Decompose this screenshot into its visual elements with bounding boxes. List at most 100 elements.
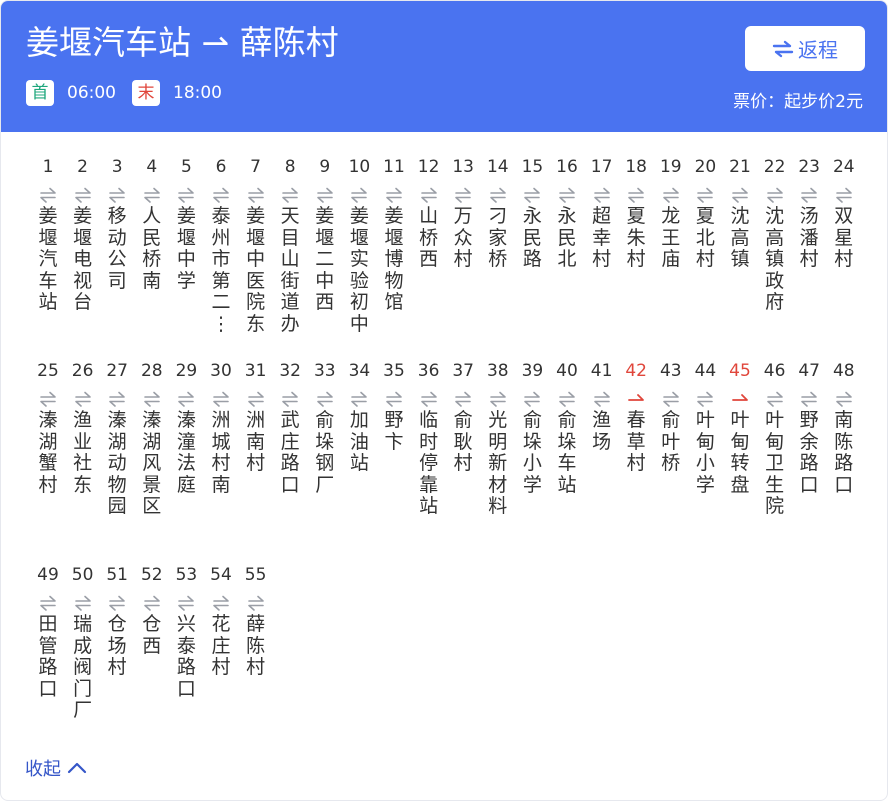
first-bus-badge: 首 xyxy=(26,80,54,106)
return-trip-button[interactable]: 返程 xyxy=(745,26,865,71)
stop-number: 1 xyxy=(42,157,54,177)
two-way-arrow-icon xyxy=(662,391,679,407)
two-way-arrow-icon xyxy=(835,391,852,407)
stop-name: 洲城村南 xyxy=(211,409,231,496)
two-way-arrow-icon xyxy=(143,595,160,611)
two-way-arrow-icon xyxy=(40,391,56,407)
stop-name: 叶甸转盘 xyxy=(730,409,750,496)
stop-number: 52 xyxy=(140,565,163,585)
route-title: 姜堰汽车站 ⇀ 薛陈村 xyxy=(26,23,339,62)
stop-name: 临时停靠站 xyxy=(419,409,439,517)
stop-name: 俞垛钢厂 xyxy=(315,409,335,496)
stop-number: 36 xyxy=(417,361,440,381)
stop-name: 仓西 xyxy=(142,613,162,657)
two-way-arrow-icon xyxy=(316,391,333,407)
stop-name: 野卞 xyxy=(384,409,404,453)
stop-number: 48 xyxy=(832,361,855,381)
two-way-arrow-icon xyxy=(732,187,748,203)
stop-name: 叶甸卫生院 xyxy=(765,409,785,517)
two-way-arrow-icon xyxy=(109,187,125,203)
stop-number: 34 xyxy=(348,361,371,381)
two-way-arrow-icon xyxy=(559,187,575,203)
two-way-arrow-icon xyxy=(455,187,471,203)
two-way-arrow-icon xyxy=(143,187,160,203)
stop-number: 30 xyxy=(210,361,232,381)
stop-name: 人民桥南 xyxy=(142,205,162,292)
stop-number: 10 xyxy=(348,157,371,177)
stop-name: 渔场 xyxy=(592,409,612,453)
stop-name: 万众村 xyxy=(453,205,473,270)
stop-name: 薛陈村 xyxy=(246,613,266,678)
two-way-arrow-icon xyxy=(178,391,195,407)
stop-number: 9 xyxy=(319,157,331,177)
stop-name: 姜堰博物馆 xyxy=(384,205,404,313)
two-way-arrow-icon xyxy=(455,391,471,407)
stop-number: 53 xyxy=(175,565,198,585)
stop-name: 花庄村 xyxy=(211,613,231,678)
stop-name: 移动公司 xyxy=(107,205,127,292)
stop-name: 光明新材料 xyxy=(488,409,508,517)
stop-number: 11 xyxy=(383,157,405,177)
stop-name: 天目山街道办 xyxy=(280,205,300,335)
stop-number: 25 xyxy=(37,361,59,381)
stop-name: 叶甸小学 xyxy=(695,409,715,496)
stop-name: 龙王庙 xyxy=(661,205,681,270)
two-way-arrow-icon xyxy=(178,187,195,203)
two-way-arrow-icon xyxy=(74,187,91,203)
stop-number: 45 xyxy=(729,361,751,381)
stop-name: 加油站 xyxy=(349,409,369,474)
stop-number: 23 xyxy=(798,157,820,177)
stop-number: 42 xyxy=(625,361,647,381)
two-way-arrow-icon xyxy=(593,391,610,407)
two-way-arrow-icon xyxy=(109,595,125,611)
stop-name: 兴泰路口 xyxy=(176,613,196,700)
stop-number: 29 xyxy=(175,361,198,381)
stop-name: 俞耿村 xyxy=(453,409,473,474)
stop-number: 20 xyxy=(694,157,717,177)
two-way-arrow-icon xyxy=(420,187,437,203)
stop-name: 双星村 xyxy=(834,205,854,270)
two-way-arrow-icon xyxy=(247,187,264,203)
two-way-arrow-icon xyxy=(351,391,368,407)
two-way-arrow-icon xyxy=(766,391,783,407)
stop-number: 16 xyxy=(556,157,578,177)
two-way-arrow-icon xyxy=(213,595,229,611)
stop-name: 夏朱村 xyxy=(626,205,646,270)
stop-number: 12 xyxy=(417,157,440,177)
stop-name: 溱潼法庭 xyxy=(176,409,196,496)
stop-number: 44 xyxy=(694,361,717,381)
stop-name: 溱湖动物园 xyxy=(107,409,127,517)
stop-name: 田管路口 xyxy=(38,613,58,700)
stop-number: 15 xyxy=(521,157,544,177)
two-way-arrow-icon xyxy=(489,391,506,407)
stop-number: 37 xyxy=(452,361,474,381)
stop-number: 47 xyxy=(798,361,820,381)
stop-name: 永民路 xyxy=(522,205,542,270)
stop-number: 28 xyxy=(140,361,163,381)
stop-number: 54 xyxy=(210,565,232,585)
two-way-arrow-icon xyxy=(316,187,333,203)
stop-number: 51 xyxy=(106,565,128,585)
stop-number: 27 xyxy=(106,361,128,381)
stop-name: 俞垛小学 xyxy=(522,409,542,496)
two-way-arrow-icon xyxy=(662,187,679,203)
two-way-arrow-icon xyxy=(282,187,298,203)
first-bus-time: 06:00 xyxy=(67,83,116,103)
two-way-arrow-icon xyxy=(247,595,264,611)
one-way-arrow-icon xyxy=(732,394,748,401)
stop-number: 46 xyxy=(763,361,786,381)
two-way-arrow-icon xyxy=(213,187,229,203)
stop-name: 春草村 xyxy=(626,409,646,474)
two-way-arrow-icon xyxy=(74,391,91,407)
stop-number: 50 xyxy=(71,565,94,585)
stop-name: 刁家桥 xyxy=(488,205,508,270)
last-bus-badge: 末 xyxy=(132,80,160,106)
stop-name: 仓场村 xyxy=(107,613,127,678)
two-way-arrow-icon xyxy=(524,391,541,407)
stop-number: 5 xyxy=(180,157,192,177)
stop-name: 溱湖风景区 xyxy=(142,409,162,517)
stop-number: 3 xyxy=(111,157,123,177)
two-way-arrow-icon xyxy=(593,187,610,203)
two-way-arrow-icon xyxy=(524,187,541,203)
collapse-button[interactable]: 收起 xyxy=(25,755,87,781)
